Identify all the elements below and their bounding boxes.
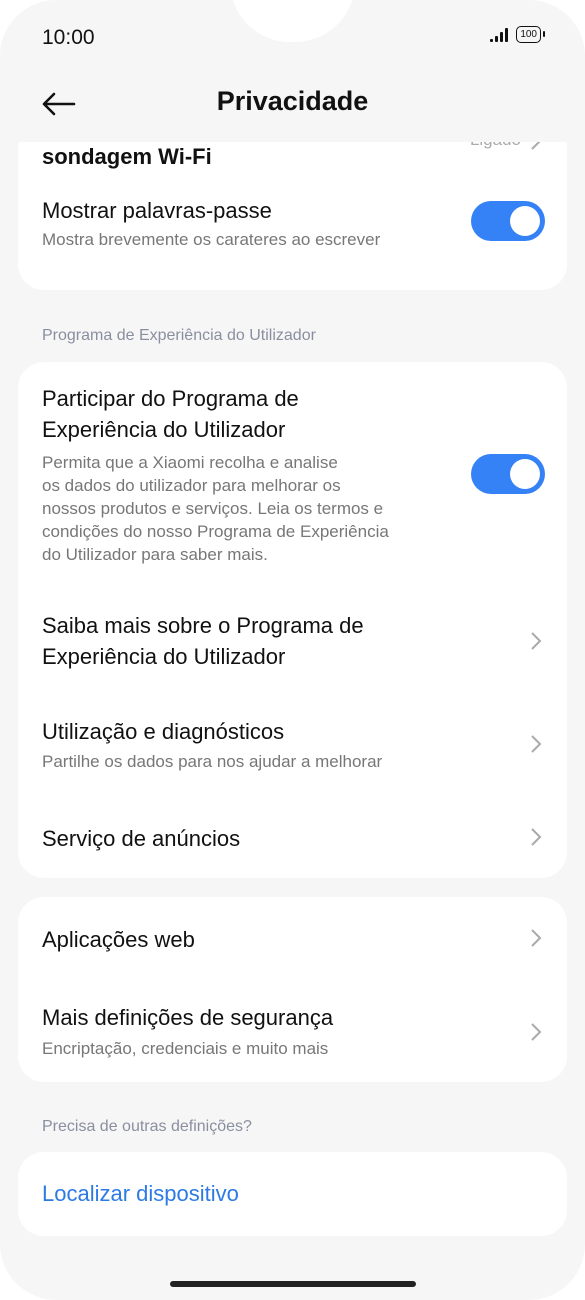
page-title: Privacidade — [216, 86, 369, 116]
status-time: 10:00 — [42, 26, 95, 49]
learn-more-title-line1: Saiba mais sobre o Programa de — [42, 613, 364, 638]
home-indicator[interactable] — [170, 1281, 416, 1287]
chevron-right-icon — [531, 142, 541, 150]
chevron-right-icon — [531, 735, 542, 753]
wifi-scan-row[interactable]: sondagem Wi-Fi Ligado — [18, 142, 567, 184]
toggle-knob — [510, 459, 540, 489]
web-apps-row[interactable]: Aplicações web — [18, 923, 567, 955]
status-icons: 100 — [490, 26, 545, 43]
web-apps-title: Aplicações web — [42, 927, 195, 952]
signal-icon — [490, 27, 509, 42]
show-passwords-desc: Mostra brevemente os carateres ao escrev… — [42, 230, 381, 249]
participate-toggle[interactable] — [471, 454, 545, 494]
participate-row[interactable]: Participar do Programa de Experiência do… — [18, 384, 567, 574]
battery-icon: 100 — [516, 26, 545, 43]
participate-desc-line3: nossos produtos e serviços. Leia os term… — [42, 499, 384, 518]
diagnostics-desc: Partilhe os dados para nos ajudar a melh… — [42, 752, 383, 771]
section-label-other: Precisa de outras definições? — [42, 1118, 252, 1135]
learn-more-row[interactable]: Saiba mais sobre o Programa de Experiênc… — [18, 611, 567, 675]
ads-service-row[interactable]: Serviço de anúncios — [18, 824, 567, 856]
settings-card-find: Localizar dispositivo — [18, 1152, 567, 1236]
participate-title-line2: Experiência do Utilizador — [42, 417, 286, 442]
camera-notch — [230, 0, 355, 42]
show-passwords-toggle[interactable] — [471, 201, 545, 241]
more-security-row[interactable]: Mais definições de segurança Encriptação… — [18, 1003, 567, 1063]
participate-title-line1: Participar do Programa de — [42, 386, 299, 411]
app-header: Privacidade — [0, 78, 585, 128]
participate-desc-line1: Permita que a Xiaomi recolha e analise — [42, 453, 338, 472]
chevron-right-icon — [531, 828, 542, 846]
find-device-link[interactable]: Localizar dispositivo — [42, 1181, 239, 1207]
scroll-clip: sondagem Wi-Fi Ligado Mostrar palavras-p… — [0, 142, 585, 292]
show-passwords-row[interactable]: Mostrar palavras-passe Mostra brevemente… — [18, 196, 567, 276]
chevron-right-icon — [531, 1023, 542, 1041]
more-security-title: Mais definições de segurança — [42, 1005, 334, 1030]
participate-desc-line4: condições do nosso Programa de Experiênc… — [42, 522, 389, 541]
wifi-scan-title: sondagem Wi-Fi — [42, 144, 212, 169]
phone-screen: 10:00 100 Privacidade sondagem Wi-Fi Lig… — [0, 0, 585, 1300]
learn-more-title-line2: Experiência do Utilizador — [42, 644, 286, 669]
participate-desc-line2: os dados do utilizador para melhorar os — [42, 476, 341, 495]
participate-desc-line5: do Utilizador para saber mais. — [42, 545, 268, 564]
toggle-knob — [510, 206, 540, 236]
settings-card-misc: Aplicações web Mais definições de segura… — [18, 897, 567, 1082]
settings-card-top: sondagem Wi-Fi Ligado Mostrar palavras-p… — [18, 142, 567, 290]
diagnostics-row[interactable]: Utilização e diagnósticos Partilhe os da… — [18, 717, 567, 775]
section-label-ux: Programa de Experiência do Utilizador — [42, 327, 316, 344]
chevron-right-icon — [531, 929, 542, 947]
show-passwords-title: Mostrar palavras-passe — [42, 198, 272, 223]
ads-service-title: Serviço de anúncios — [42, 826, 241, 851]
wifi-scan-value: Ligado — [470, 142, 521, 150]
chevron-right-icon — [531, 632, 542, 650]
diagnostics-title: Utilização e diagnósticos — [42, 719, 285, 744]
settings-card-ux: Participar do Programa de Experiência do… — [18, 362, 567, 878]
more-security-desc: Encriptação, credenciais e muito mais — [42, 1039, 329, 1058]
